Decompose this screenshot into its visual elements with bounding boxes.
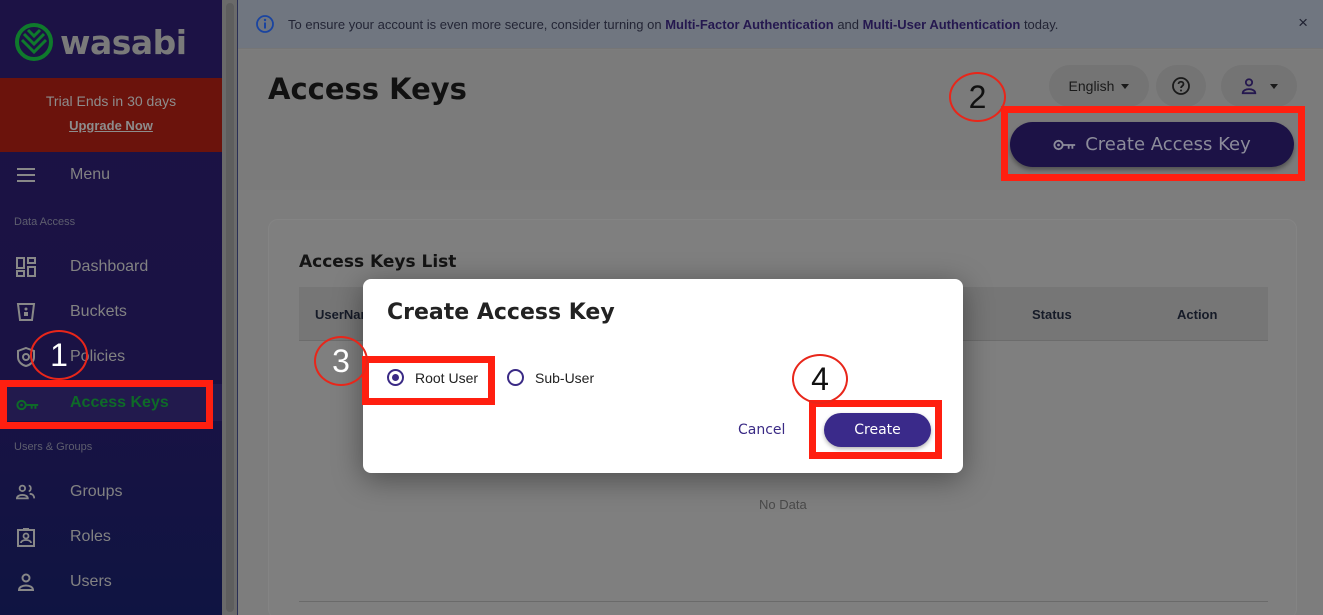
- sidebar-item-dashboard[interactable]: Dashboard: [0, 247, 222, 287]
- sidebar-item-users[interactable]: Users: [0, 562, 222, 602]
- trial-text: Trial Ends in 30 days: [45, 93, 177, 109]
- user-avatar-icon: [1241, 78, 1257, 95]
- banner-text-suffix: today.: [1020, 17, 1059, 32]
- sidebar-item-label: Roles: [70, 528, 111, 545]
- radio-root-user[interactable]: Root User: [387, 369, 478, 386]
- upgrade-now-link[interactable]: Upgrade Now: [0, 118, 222, 133]
- language-selector[interactable]: English: [1049, 65, 1149, 107]
- radio-label: Sub-User: [535, 369, 595, 386]
- sidebar-item-groups[interactable]: Groups: [0, 472, 222, 512]
- chevron-down-icon: [1121, 83, 1130, 89]
- dashboard-icon: [16, 257, 36, 277]
- cancel-button[interactable]: Cancel: [738, 422, 785, 438]
- radio-checked-icon[interactable]: [387, 369, 404, 386]
- create-access-key-label: Create Access Key: [1085, 134, 1251, 155]
- annotation-circle-step4: 4: [792, 354, 848, 404]
- scrollbar-thumb[interactable]: [226, 3, 234, 612]
- sidebar-item-roles[interactable]: Roles: [0, 517, 222, 557]
- logo-text: wasabi: [60, 22, 187, 62]
- user-menu-button[interactable]: [1221, 65, 1297, 107]
- table-footer-divider: [299, 601, 1268, 602]
- annotation-circle-step1: 1: [30, 330, 88, 380]
- column-header-status[interactable]: Status: [1032, 307, 1072, 322]
- sidebar-item-label: Groups: [70, 483, 123, 500]
- section-label-users-groups: Users & Groups: [14, 441, 93, 453]
- sidebar-item-label: Buckets: [70, 303, 127, 320]
- info-icon: [256, 15, 274, 33]
- sidebar-item-buckets[interactable]: Buckets: [0, 292, 222, 332]
- user-icon: [17, 573, 35, 591]
- banner-text-prefix: To ensure your account is even more secu…: [288, 17, 666, 32]
- security-banner: To ensure your account is even more secu…: [238, 0, 1323, 49]
- radio-label: Root User: [415, 369, 479, 386]
- banner-text-mid: and: [833, 17, 863, 32]
- sidebar-item-label: Dashboard: [70, 258, 149, 275]
- section-label-data-access: Data Access: [14, 216, 76, 228]
- banner-message: To ensure your account is even more secu…: [288, 17, 1058, 32]
- dialog-title: Create Access Key: [387, 300, 615, 325]
- close-icon[interactable]: ×: [1298, 13, 1308, 33]
- sidebar: wasabi Trial Ends in 30 days Upgrade Now…: [0, 0, 222, 615]
- column-header-action[interactable]: Action: [1177, 307, 1217, 322]
- mfa-link[interactable]: Multi-Factor Authentication: [665, 17, 834, 32]
- language-label: English: [1068, 78, 1115, 94]
- page-title: Access Keys: [268, 72, 467, 106]
- annotation-circle-step3: 3: [314, 336, 368, 386]
- sidebar-item-label: Users: [70, 573, 112, 590]
- page-header: Access Keys English Create Access Key: [238, 50, 1323, 190]
- annotation-circle-step2: 2: [949, 72, 1006, 122]
- chevron-down-icon: [1270, 83, 1278, 89]
- key-icon: [16, 399, 39, 411]
- wasabi-logo-icon: [15, 23, 53, 61]
- create-button[interactable]: Create: [824, 413, 931, 447]
- create-access-key-dialog: Create Access Key Root User Sub-User Can…: [363, 279, 963, 473]
- wasabi-logo[interactable]: wasabi: [14, 22, 187, 62]
- help-icon: [1172, 77, 1190, 95]
- sidebar-item-label: Access Keys: [70, 393, 169, 411]
- menu-toggle[interactable]: Menu: [0, 155, 222, 195]
- menu-label: Menu: [70, 166, 111, 183]
- key-icon: [1053, 139, 1076, 150]
- create-access-key-button[interactable]: Create Access Key: [1010, 122, 1294, 167]
- mua-link[interactable]: Multi-User Authentication: [863, 17, 1021, 32]
- hamburger-icon: [17, 168, 35, 182]
- sidebar-item-access-keys[interactable]: Access Keys: [0, 384, 222, 421]
- card-title: Access Keys List: [299, 252, 457, 272]
- trial-banner: Trial Ends in 30 days Upgrade Now: [0, 78, 222, 152]
- help-button[interactable]: [1156, 65, 1206, 107]
- bucket-icon: [16, 303, 36, 321]
- badge-icon: [17, 528, 35, 547]
- empty-state-text: No Data: [759, 497, 807, 512]
- radio-sub-user[interactable]: Sub-User: [507, 369, 594, 386]
- sidebar-scrollbar[interactable]: [222, 0, 237, 615]
- group-icon: [16, 484, 36, 500]
- radio-unchecked-icon[interactable]: [507, 369, 524, 386]
